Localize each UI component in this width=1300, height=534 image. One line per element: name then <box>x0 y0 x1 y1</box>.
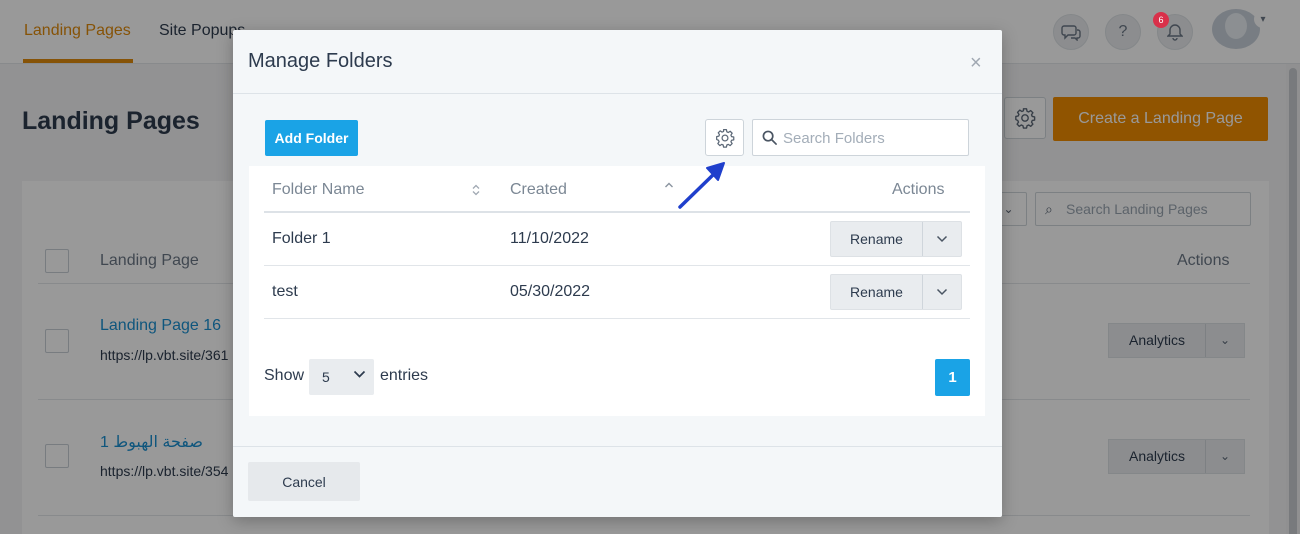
created-date-cell: 11/10/2022 <box>510 230 589 247</box>
show-label: Show <box>264 367 305 384</box>
search-folders-input[interactable] <box>783 126 963 150</box>
modal-footer-divider <box>233 446 1002 447</box>
gear-icon <box>715 128 734 148</box>
modal-header: Manage Folders × <box>233 30 1002 94</box>
sort-icon[interactable] <box>471 183 481 197</box>
rename-button[interactable]: Rename <box>831 222 923 256</box>
chevron-down-icon <box>936 288 948 296</box>
entries-per-page-select[interactable]: 5 <box>309 359 374 395</box>
modal-title: Manage Folders <box>248 50 393 72</box>
rename-split-button[interactable]: Rename <box>830 221 962 257</box>
table-row-divider <box>264 265 970 266</box>
manage-folders-modal: Manage Folders × Add Folder Folder Name … <box>233 30 1002 517</box>
sort-ascending-icon[interactable] <box>664 181 674 189</box>
created-date-cell: 05/30/2022 <box>510 283 591 300</box>
table-row-divider <box>264 318 970 319</box>
chevron-down-icon <box>936 235 948 243</box>
folder-name-cell: test <box>272 283 298 300</box>
dropdown-toggle[interactable] <box>923 275 961 309</box>
close-icon[interactable]: × <box>970 52 982 75</box>
table-header-divider <box>264 211 970 213</box>
cancel-button[interactable]: Cancel <box>248 462 360 501</box>
search-icon <box>762 130 777 145</box>
entries-select-value: 5 <box>322 369 330 385</box>
chevron-down-icon <box>353 370 366 378</box>
pagination-page-button[interactable]: 1 <box>935 359 970 396</box>
entries-label: entries <box>380 367 429 384</box>
folder-settings-button[interactable] <box>705 119 744 156</box>
add-folder-button[interactable]: Add Folder <box>265 120 358 156</box>
folder-name-cell: Folder 1 <box>272 230 331 247</box>
search-folders-field[interactable] <box>752 119 969 156</box>
rename-button[interactable]: Rename <box>831 275 923 309</box>
rename-split-button[interactable]: Rename <box>830 274 962 310</box>
dropdown-toggle[interactable] <box>923 222 961 256</box>
column-header-created[interactable]: Created <box>510 181 567 199</box>
notification-badge: 6 <box>1153 12 1169 28</box>
column-header-folder-name[interactable]: Folder Name <box>272 181 364 199</box>
column-header-actions: Actions <box>892 181 945 198</box>
